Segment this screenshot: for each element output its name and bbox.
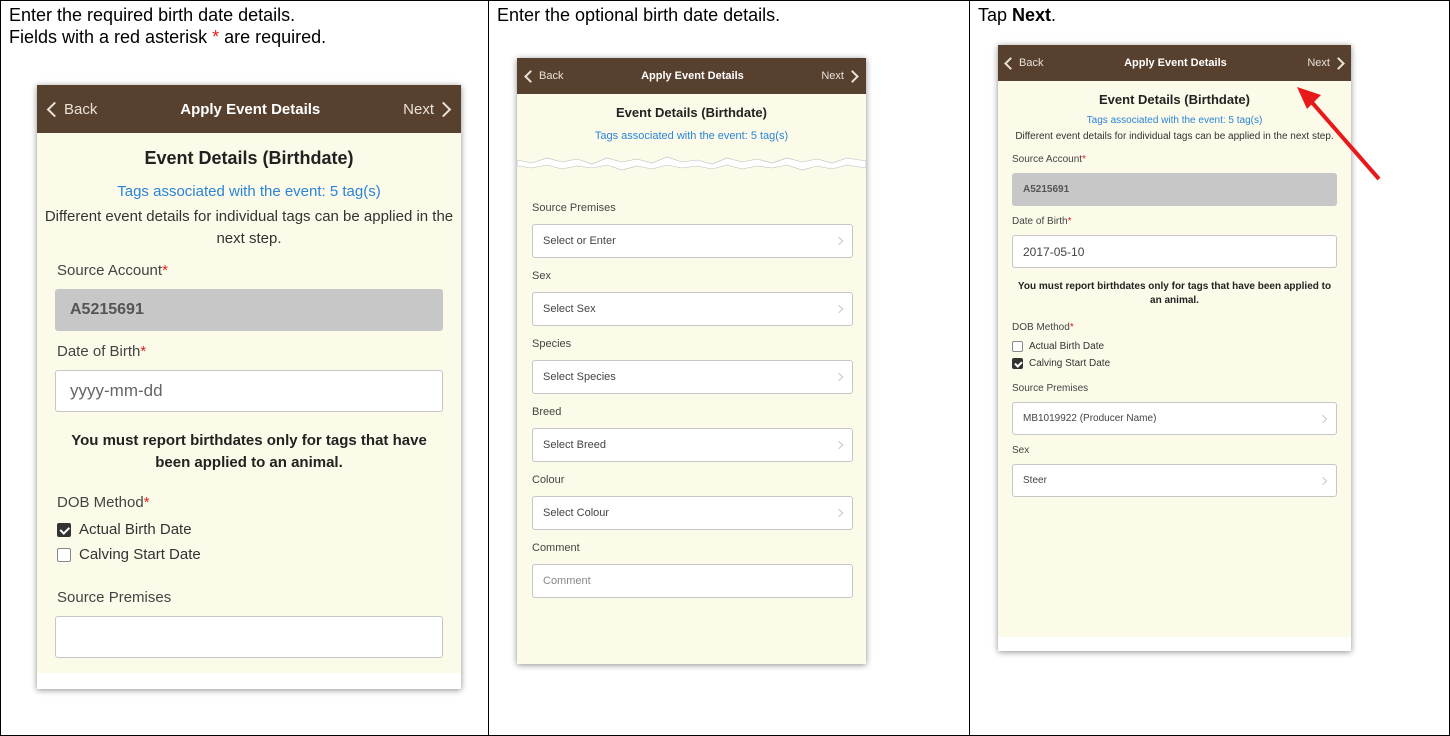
source-premises-field[interactable]: Select or Enter <box>532 224 853 258</box>
sex-field[interactable]: Select Sex <box>532 292 853 326</box>
source-premises-label: Source Premises <box>1012 383 1089 394</box>
tags-link[interactable]: Tags associated with the event: 5 tag(s) <box>37 183 461 200</box>
back-button[interactable]: Back <box>46 101 97 118</box>
source-account-field: A5215691 <box>1012 173 1337 206</box>
back-button[interactable]: Back <box>524 69 563 83</box>
nav-bar: Back Apply Event Details Next <box>37 85 461 133</box>
nav-title: Apply Event Details <box>1124 57 1227 69</box>
red-arrow-icon <box>1297 87 1381 181</box>
chevron-right-icon <box>846 69 859 83</box>
option-actual-birth-date[interactable]: Actual Birth Date <box>1012 341 1351 352</box>
step-3-instruction: Tap Next. <box>978 5 1057 25</box>
chevron-right-icon <box>834 508 844 518</box>
instruction-table: Enter the required birth date details. F… <box>0 0 1450 736</box>
species-field[interactable]: Select Species <box>532 360 853 394</box>
checkbox-checked-icon <box>1012 358 1023 369</box>
info-note: Different event details for individual t… <box>44 208 454 247</box>
dob-method-label: DOB Method* <box>57 494 150 511</box>
chevron-right-icon <box>834 440 844 450</box>
birthdate-warning: You must report birthdates only for tags… <box>71 432 427 471</box>
step-1-instruction: Enter the required birth date details. F… <box>9 5 327 47</box>
chevron-right-icon <box>1318 414 1328 423</box>
step-1-cell: Enter the required birth date details. F… <box>1 1 489 735</box>
next-button[interactable]: Next <box>403 101 452 118</box>
chevron-left-icon <box>524 69 537 83</box>
next-button[interactable]: Next <box>821 69 859 83</box>
checkbox-unchecked-icon <box>1012 341 1023 352</box>
page-title: Event Details (Birthdate) <box>144 148 354 168</box>
dob-input[interactable]: 2017-05-10 <box>1012 235 1337 268</box>
source-account-label: Source Account* <box>57 262 168 279</box>
source-premises-label: Source Premises <box>532 202 616 214</box>
comment-input[interactable]: Comment <box>532 564 853 598</box>
source-premises-label: Source Premises <box>57 589 172 606</box>
chevron-right-icon <box>435 101 452 117</box>
chevron-right-icon <box>1332 56 1345 70</box>
comment-label: Comment <box>532 542 580 554</box>
chevron-left-icon <box>1004 56 1017 70</box>
breed-field[interactable]: Select Breed <box>532 428 853 462</box>
dob-method-label: DOB Method* <box>1012 322 1074 333</box>
dob-input[interactable]: yyyy-mm-dd <box>55 370 443 412</box>
step-2-instruction: Enter the optional birth date details. <box>497 5 781 25</box>
torn-edge <box>517 156 866 171</box>
nav-title: Apply Event Details <box>180 100 321 118</box>
phone-screenshot-2: Back Apply Event Details Next Event Deta… <box>517 58 866 664</box>
chevron-right-icon <box>834 372 844 382</box>
nav-title: Apply Event Details <box>641 70 744 82</box>
chevron-right-icon <box>834 304 844 314</box>
nav-bar: Back Apply Event Details Next <box>517 58 866 94</box>
checkbox-checked-icon <box>57 522 71 537</box>
chevron-right-icon <box>834 236 844 246</box>
dob-label: Date of Birth* <box>57 343 147 360</box>
colour-field[interactable]: Select Colour <box>532 496 853 530</box>
torn-edge <box>998 637 1351 651</box>
step-3-cell: Tap Next. Back Apply Event Details Next … <box>970 1 1449 735</box>
next-button[interactable]: Next <box>1307 56 1345 70</box>
source-premises-field[interactable]: MB1019922 (Producer Name) <box>1012 402 1337 435</box>
option-calving-start-date[interactable]: Calving Start Date <box>1012 358 1351 369</box>
breed-label: Breed <box>532 406 562 418</box>
page-title: Event Details (Birthdate) <box>616 105 767 120</box>
sex-field[interactable]: Steer <box>1012 464 1337 497</box>
back-button[interactable]: Back <box>1004 56 1043 70</box>
chevron-right-icon <box>1318 476 1328 485</box>
sex-label: Sex <box>1012 445 1030 456</box>
option-actual-birth-date[interactable]: Actual Birth Date <box>57 521 461 538</box>
chevron-left-icon <box>46 101 63 117</box>
species-label: Species <box>532 338 572 350</box>
source-account-field: A5215691 <box>55 289 443 331</box>
phone-screenshot-1: Back Apply Event Details Next Event Deta… <box>37 85 461 689</box>
tags-link[interactable]: Tags associated with the event: 5 tag(s) <box>517 130 866 142</box>
source-premises-field[interactable] <box>55 616 443 658</box>
checkbox-unchecked-icon <box>57 547 71 562</box>
torn-edge <box>37 673 461 689</box>
dob-label: Date of Birth* <box>1012 216 1072 227</box>
sex-label: Sex <box>532 270 551 282</box>
step-2-cell: Enter the optional birth date details. B… <box>489 1 970 735</box>
option-calving-start-date[interactable]: Calving Start Date <box>57 546 461 563</box>
colour-label: Colour <box>532 474 565 486</box>
birthdate-warning: You must report birthdates only for tags… <box>1017 281 1332 306</box>
nav-bar: Back Apply Event Details Next <box>998 45 1351 81</box>
